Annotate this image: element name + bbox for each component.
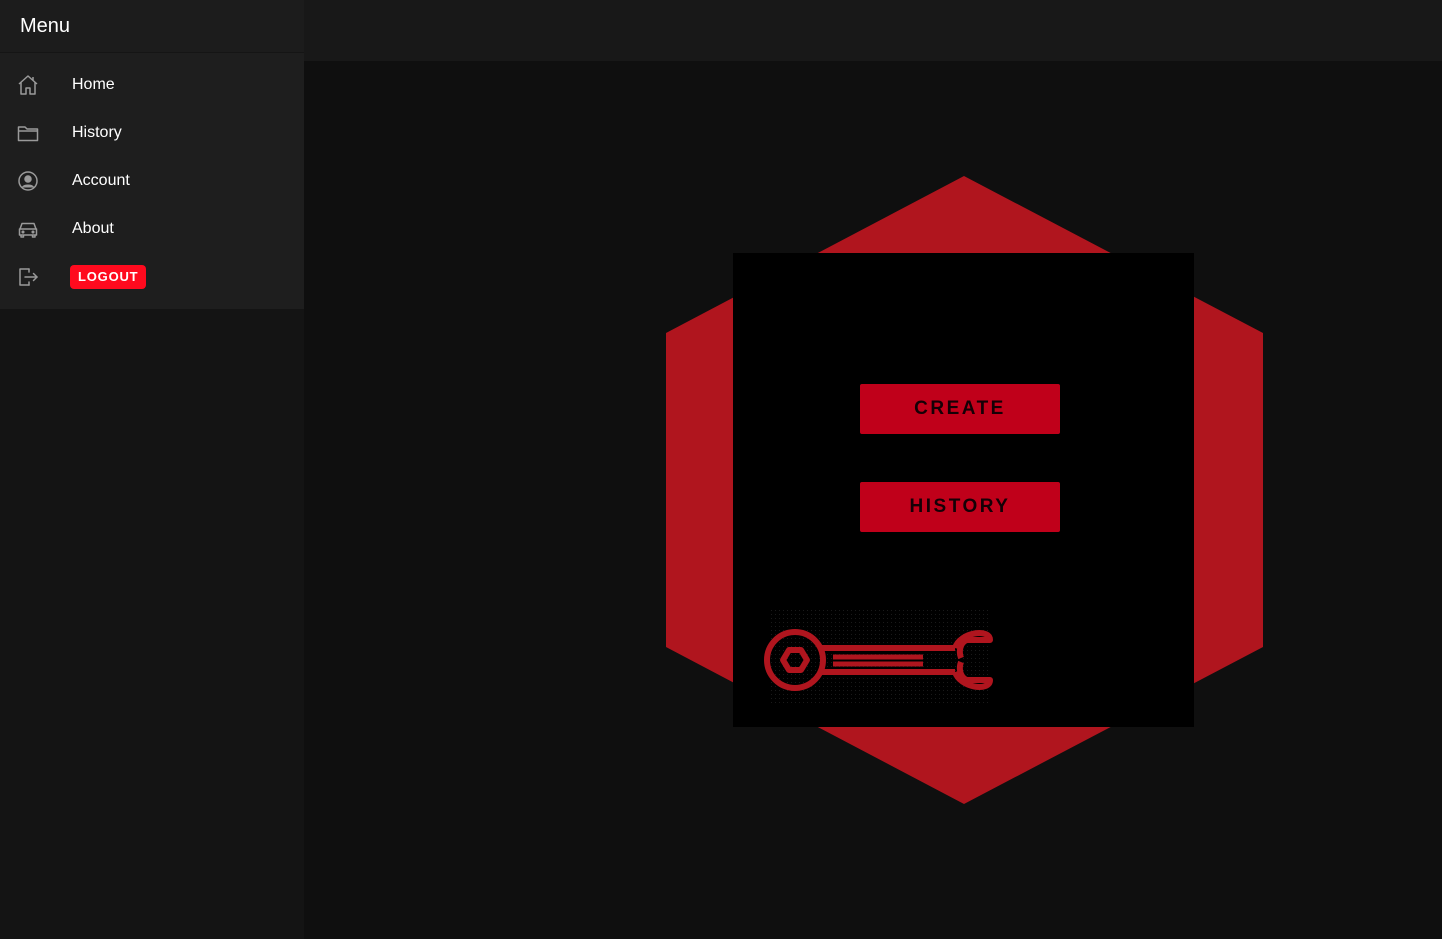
- sidebar-item-about[interactable]: About: [0, 205, 304, 253]
- logout-button[interactable]: LOGOUT: [70, 265, 147, 289]
- folder-icon: [16, 121, 40, 145]
- user-circle-icon: [16, 169, 40, 193]
- wrench-icon: [764, 610, 993, 705]
- app-root: Menu Home History Account About LOGOUT C…: [0, 0, 1442, 939]
- sidebar-header: Menu: [0, 0, 304, 53]
- sidebar-menu: Home History Account About LOGOUT: [0, 53, 304, 309]
- sidebar-item-label: History: [72, 124, 122, 141]
- history-button[interactable]: HISTORY: [860, 482, 1060, 532]
- sidebar-item-logout: LOGOUT: [0, 253, 304, 301]
- logout-icon: [16, 265, 40, 289]
- sidebar-item-label: Home: [72, 76, 115, 93]
- sidebar-item-label: Account: [72, 172, 130, 189]
- home-icon: [16, 73, 40, 97]
- sidebar-item-home[interactable]: Home: [0, 61, 304, 109]
- sidebar-item-account[interactable]: Account: [0, 157, 304, 205]
- sidebar-item-label: About: [72, 220, 114, 237]
- sidebar-title: Menu: [20, 14, 71, 37]
- top-bar: [304, 0, 1442, 61]
- car-icon: [16, 217, 40, 241]
- create-button[interactable]: CREATE: [860, 384, 1060, 434]
- sidebar: Menu Home History Account About LOGOUT: [0, 0, 304, 939]
- sidebar-item-history[interactable]: History: [0, 109, 304, 157]
